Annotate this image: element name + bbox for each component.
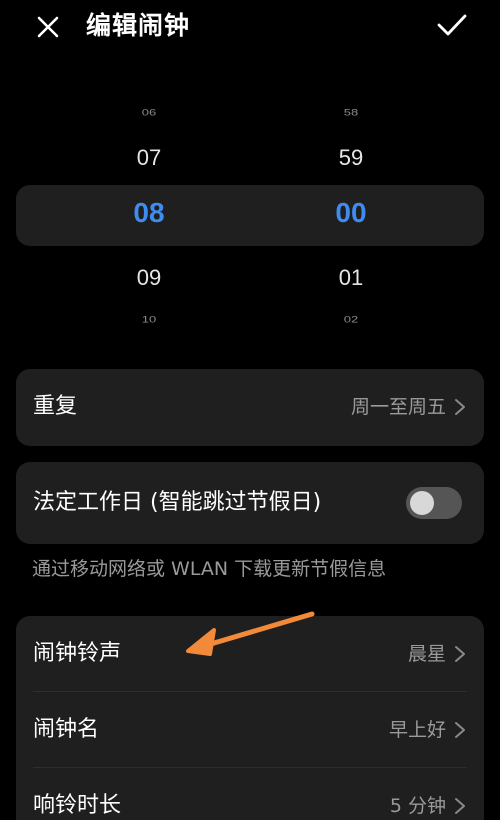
repeat-card[interactable]: 重复 周一至周五 [16,369,484,446]
minute-option[interactable]: 59 [301,145,401,171]
minute-option[interactable]: 02 [301,314,401,325]
selected-hour[interactable]: 08 [99,197,199,229]
toggle-knob [410,491,434,515]
repeat-row[interactable]: 重复 周一至周五 [16,369,484,445]
header: 编辑闹钟 [0,0,500,52]
confirm-button[interactable] [432,7,472,43]
workday-toggle[interactable] [406,487,462,519]
alarm-name-row[interactable]: 闹钟名 早上好 [16,692,484,768]
ringtone-row[interactable]: 闹钟铃声 晨星 [16,616,484,692]
page-title: 编辑闹钟 [86,11,191,40]
hour-option[interactable]: 07 [99,145,199,171]
holiday-update-hint: 通过移动网络或 WLAN 下载更新节假信息 [32,558,387,580]
time-picker: 06 07 08 09 10 58 59 00 01 02 [0,95,500,335]
repeat-label: 重复 [33,394,78,419]
chevron-right-icon [455,722,465,738]
workday-card: 法定工作日 (智能跳过节假日) [16,462,484,544]
hour-option[interactable]: 06 [99,107,199,118]
close-button[interactable] [30,9,66,45]
minute-option[interactable]: 01 [301,265,401,291]
hour-wheel[interactable]: 06 07 08 09 10 [99,95,199,335]
close-icon [37,16,59,38]
alarm-name-label: 闹钟名 [33,717,100,742]
hour-option[interactable]: 10 [99,314,199,325]
ringtone-value: 晨星 [407,643,446,665]
ring-duration-row[interactable]: 响铃时长 5 分钟 [16,768,484,820]
repeat-value: 周一至周五 [350,396,446,418]
hour-option[interactable]: 09 [99,265,199,291]
picker-selection-highlight [16,185,484,246]
chevron-right-icon [455,399,465,415]
workday-row: 法定工作日 (智能跳过节假日) [16,462,484,544]
alarm-settings-card: 闹钟铃声 晨星 闹钟名 早上好 响铃时长 5 分钟 [16,616,484,820]
ring-duration-value: 5 分钟 [389,795,446,817]
chevron-right-icon [455,646,465,662]
workday-label: 法定工作日 (智能跳过节假日) [33,490,322,515]
selected-minute[interactable]: 00 [301,197,401,229]
ringtone-label: 闹钟铃声 [33,641,122,666]
minute-wheel[interactable]: 58 59 00 01 02 [301,95,401,335]
check-icon [437,14,467,36]
ring-duration-label: 响铃时长 [33,793,122,818]
chevron-right-icon [455,798,465,814]
alarm-name-value: 早上好 [388,719,446,741]
minute-option[interactable]: 58 [301,107,401,118]
